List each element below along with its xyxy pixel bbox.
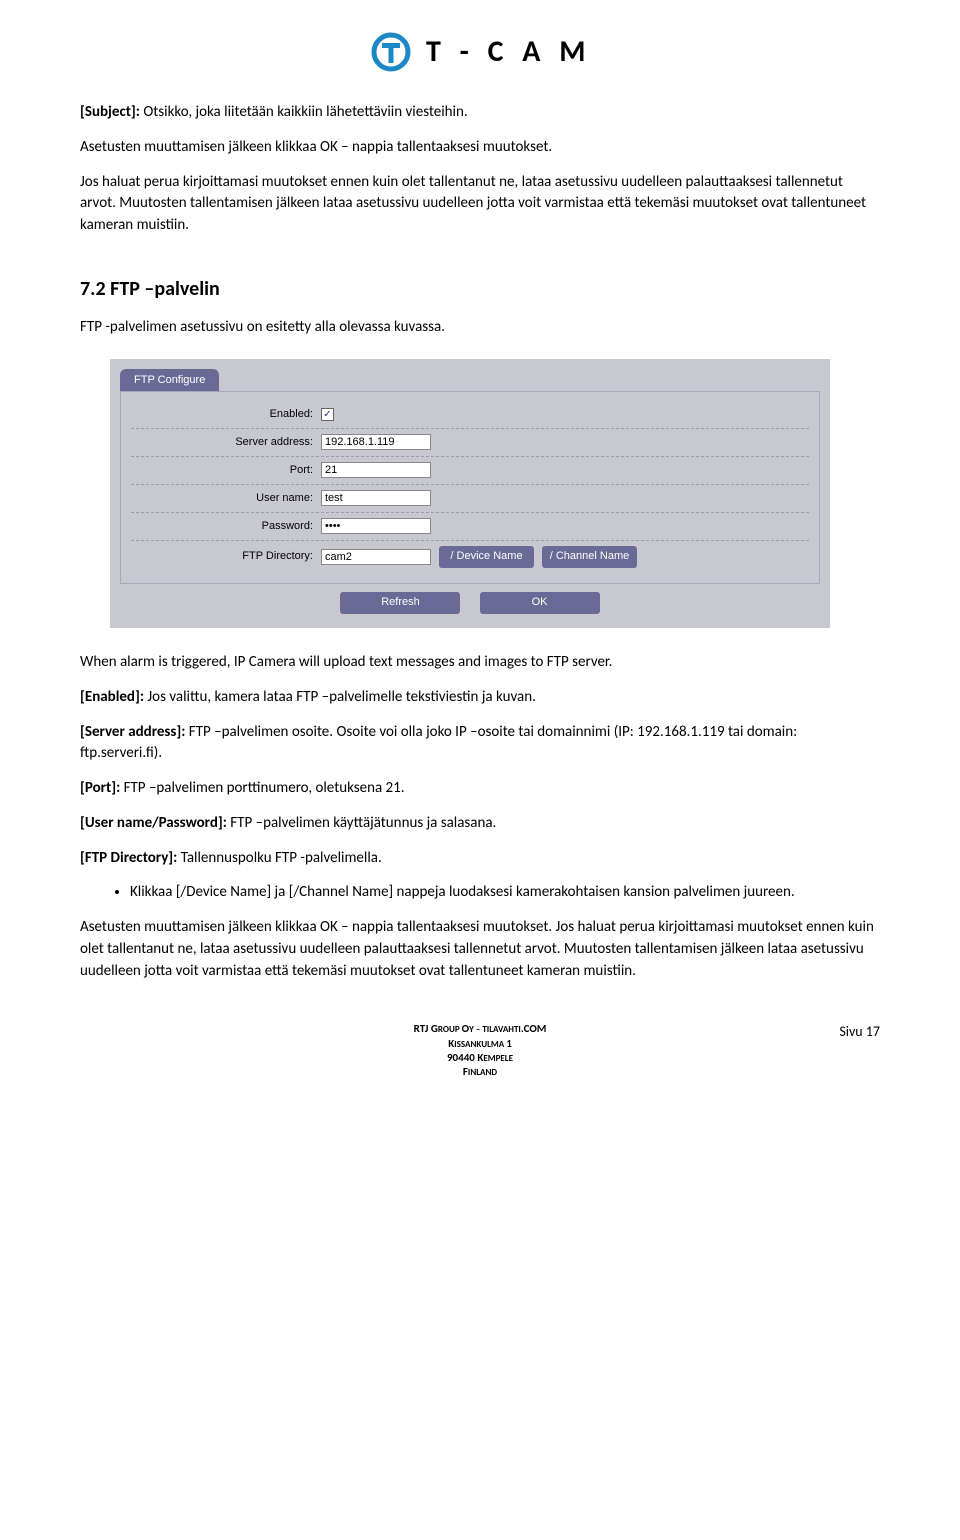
channel-name-button[interactable]: / Channel Name bbox=[542, 546, 637, 568]
paragraph-ftp-intro: FTP -palvelimen asetussivu on esitetty a… bbox=[80, 317, 880, 339]
port-text: FTP –palvelimen porttinumero, oletuksena… bbox=[120, 779, 404, 797]
footer-line-1: RTJ GROUP OY – TILAVAHTI.COM bbox=[80, 1022, 880, 1036]
t-logo-icon bbox=[369, 30, 413, 74]
paragraph-user-pass: [User name/Password]: FTP –palvelimen kä… bbox=[80, 813, 880, 835]
logo-text: T - C A M bbox=[426, 30, 591, 74]
enabled-label: Enabled: bbox=[131, 407, 321, 423]
page-footer: RTJ GROUP OY – TILAVAHTI.COM KISSANKULMA… bbox=[80, 1022, 880, 1079]
enabled-checkbox[interactable]: ✓ bbox=[321, 408, 334, 421]
device-name-button[interactable]: / Device Name bbox=[439, 546, 534, 568]
ftp-row-username: User name: bbox=[131, 485, 809, 513]
ftp-dir-label-doc: [FTP Directory]: bbox=[80, 849, 177, 867]
password-label: Password: bbox=[131, 519, 321, 535]
refresh-button[interactable]: Refresh bbox=[340, 592, 460, 614]
username-input[interactable] bbox=[321, 490, 431, 506]
user-pass-label-doc: [User name/Password]: bbox=[80, 814, 227, 832]
paragraph-ok-save: Asetusten muuttamisen jälkeen klikkaa OK… bbox=[80, 137, 880, 159]
user-pass-text: FTP –palvelimen käyttäjätunnus ja salasa… bbox=[227, 814, 496, 832]
ftp-tab-header: FTP Configure bbox=[120, 369, 219, 392]
paragraph-reload-info: Jos haluat perua kirjoittamasi muutokset… bbox=[80, 172, 880, 237]
subject-text: Otsikko, joka liitetään kaikkiin lähetet… bbox=[140, 103, 468, 121]
ftp-bottom-buttons: Refresh OK bbox=[110, 592, 830, 614]
ftp-row-server: Server address: bbox=[131, 429, 809, 457]
bullet-device-channel: Klikkaa [/Device Name] ja [/Channel Name… bbox=[130, 882, 880, 904]
paragraph-enabled: [Enabled]: Jos valittu, kamera lataa FTP… bbox=[80, 687, 880, 709]
server-address-label: Server address: bbox=[131, 435, 321, 451]
password-input[interactable] bbox=[321, 518, 431, 534]
server-address-text: FTP –palvelimen osoite. Osoite voi olla … bbox=[80, 723, 797, 763]
subject-paragraph: [Subject]: Otsikko, joka liitetään kaikk… bbox=[80, 102, 880, 124]
ok-button[interactable]: OK bbox=[480, 592, 600, 614]
footer-line-4: FINLAND bbox=[80, 1065, 880, 1079]
bullet-list: Klikkaa [/Device Name] ja [/Channel Name… bbox=[130, 882, 880, 904]
port-input[interactable] bbox=[321, 462, 431, 478]
paragraph-ftp-dir: [FTP Directory]: Tallennuspolku FTP -pal… bbox=[80, 848, 880, 870]
ftp-row-password: Password: bbox=[131, 513, 809, 541]
ftp-row-port: Port: bbox=[131, 457, 809, 485]
ftp-row-enabled: Enabled: ✓ bbox=[131, 402, 809, 429]
username-label: User name: bbox=[131, 491, 321, 507]
server-address-label-doc: [Server address]: bbox=[80, 723, 185, 741]
enabled-label-doc: [Enabled]: bbox=[80, 688, 144, 706]
header-logo: T - C A M bbox=[80, 30, 880, 74]
paragraph-port: [Port]: FTP –palvelimen porttinumero, ol… bbox=[80, 778, 880, 800]
port-label-doc: [Port]: bbox=[80, 779, 120, 797]
ftp-configure-panel: FTP Configure Enabled: ✓ Server address:… bbox=[110, 359, 830, 629]
ftp-form: Enabled: ✓ Server address: Port: User na… bbox=[120, 391, 820, 584]
footer-line-3: 90440 KEMPELE bbox=[80, 1051, 880, 1065]
footer-line-2: KISSANKULMA 1 bbox=[80, 1037, 880, 1051]
paragraph-final: Asetusten muuttamisen jälkeen klikkaa OK… bbox=[80, 917, 880, 982]
page-number: Sivu 17 bbox=[839, 1022, 880, 1042]
ftp-directory-input[interactable] bbox=[321, 549, 431, 565]
ftp-dir-text: Tallennuspolku FTP -palvelimella. bbox=[177, 849, 381, 867]
paragraph-alarm-upload: When alarm is triggered, IP Camera will … bbox=[80, 652, 880, 674]
port-label: Port: bbox=[131, 463, 321, 479]
enabled-text: Jos valittu, kamera lataa FTP –palvelime… bbox=[144, 688, 536, 706]
ftp-directory-label: FTP Directory: bbox=[131, 549, 321, 565]
subject-label: [Subject]: bbox=[80, 103, 140, 121]
paragraph-server-address: [Server address]: FTP –palvelimen osoite… bbox=[80, 722, 880, 766]
ftp-row-directory: FTP Directory: / Device Name / Channel N… bbox=[131, 541, 809, 573]
section-heading-ftp: 7.2 FTP –palvelin bbox=[80, 275, 880, 304]
server-address-input[interactable] bbox=[321, 434, 431, 450]
